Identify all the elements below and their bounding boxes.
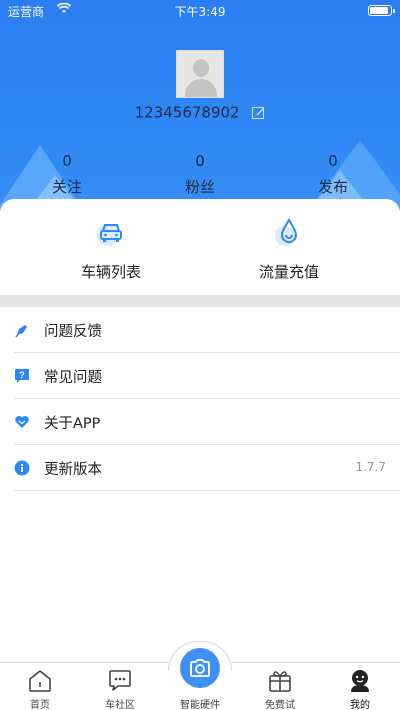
stat-fans[interactable]: 0 粉丝 bbox=[160, 152, 240, 197]
stat-label: 粉丝 bbox=[184, 178, 215, 196]
menu-item-label: 更新版本 bbox=[44, 462, 102, 478]
tab-label: 首页 bbox=[30, 700, 50, 710]
menu-item-faq[interactable]: ? 常见问题 bbox=[14, 353, 400, 399]
data-recharge-label: 流量充值 bbox=[258, 263, 319, 281]
tab-label: 免费试 bbox=[265, 700, 295, 710]
battery-level bbox=[370, 7, 388, 14]
tab-community[interactable]: 车社区 bbox=[80, 663, 160, 710]
avatar-placeholder-body bbox=[185, 79, 217, 97]
info-icon bbox=[14, 460, 30, 476]
menu-item-label: 问题反馈 bbox=[44, 324, 102, 340]
status-time: 下午3:49 bbox=[174, 5, 226, 19]
menu-item-feedback[interactable]: 问题反馈 bbox=[14, 307, 400, 353]
edit-icon[interactable] bbox=[252, 106, 265, 119]
data-recharge-button[interactable]: 流量充值 bbox=[219, 217, 359, 282]
stat-value: 0 bbox=[62, 152, 72, 170]
water-drop-icon bbox=[275, 217, 298, 246]
avatar[interactable] bbox=[176, 50, 224, 98]
app-version: 1.7.7 bbox=[355, 460, 386, 474]
heart-icon bbox=[15, 416, 29, 428]
settings-menu: 问题反馈 ? 常见问题 关于APP 更新版本 1.7.7 bbox=[0, 307, 400, 491]
tab-home[interactable]: 首页 bbox=[0, 663, 80, 710]
menu-item-update[interactable]: 更新版本 1.7.7 bbox=[14, 445, 400, 491]
question-bubble-icon: ? bbox=[15, 369, 29, 383]
quick-actions-card: 车辆列表 流量充值 bbox=[0, 199, 400, 295]
tab-free-trial[interactable]: 免费试 bbox=[240, 663, 320, 710]
menu-item-label: 关于APP bbox=[44, 416, 101, 432]
avatar-placeholder-head bbox=[193, 59, 209, 77]
tab-label: 智能硬件 bbox=[180, 700, 220, 710]
section-divider bbox=[0, 295, 400, 307]
stat-label: 关注 bbox=[51, 178, 82, 196]
status-bar: 运营商 下午3:49 bbox=[0, 0, 400, 22]
tab-label: 我的 bbox=[350, 700, 370, 710]
stat-value: 0 bbox=[328, 152, 338, 170]
menu-item-about[interactable]: 关于APP bbox=[14, 399, 400, 445]
pen-feedback-icon bbox=[15, 325, 27, 338]
vehicle-list-button[interactable]: 车辆列表 bbox=[41, 217, 181, 282]
user-icon bbox=[351, 670, 369, 692]
tab-label: 车社区 bbox=[105, 700, 135, 710]
menu-item-label: 常见问题 bbox=[44, 370, 102, 386]
vehicle-list-label: 车辆列表 bbox=[80, 263, 141, 281]
battery-icon bbox=[368, 5, 395, 16]
stat-following[interactable]: 0 关注 bbox=[27, 152, 107, 197]
car-icon bbox=[97, 224, 122, 246]
stat-label: 发布 bbox=[317, 178, 348, 196]
svg-text:?: ? bbox=[19, 370, 25, 380]
smart-hardware-button[interactable] bbox=[180, 648, 220, 688]
profile-phone: 12345678902 bbox=[0, 103, 400, 122]
gift-icon bbox=[269, 671, 291, 692]
tab-mine[interactable]: 我的 bbox=[320, 663, 400, 710]
home-icon bbox=[29, 670, 51, 692]
phone-number: 12345678902 bbox=[134, 103, 240, 122]
camera-icon bbox=[190, 659, 210, 677]
stat-posts[interactable]: 0 发布 bbox=[293, 152, 373, 197]
stat-value: 0 bbox=[195, 152, 205, 170]
chat-bubble-icon bbox=[109, 670, 131, 691]
